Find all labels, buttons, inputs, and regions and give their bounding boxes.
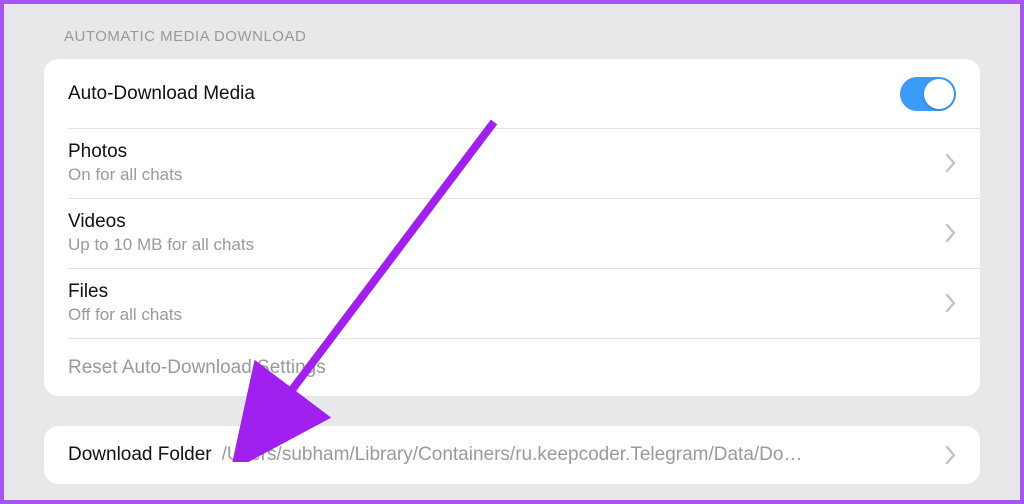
download-folder-card: Download Folder /Users/subham/Library/Co… — [44, 426, 980, 484]
reset-auto-download-row[interactable]: Reset Auto-Download Settings — [44, 339, 980, 396]
download-folder-label: Download Folder — [68, 444, 212, 466]
download-folder-row[interactable]: Download Folder /Users/subham/Library/Co… — [44, 426, 980, 484]
download-folder-path: /Users/subham/Library/Containers/ru.keep… — [222, 444, 926, 466]
section-header: AUTOMATIC MEDIA DOWNLOAD — [44, 28, 980, 45]
auto-download-card: Auto-Download Media Photos On for all ch… — [44, 59, 980, 396]
toggle-knob — [924, 79, 954, 109]
auto-download-media-row[interactable]: Auto-Download Media — [44, 59, 980, 128]
photos-subtitle: On for all chats — [68, 165, 936, 185]
chevron-right-icon — [946, 446, 956, 464]
auto-download-toggle[interactable] — [900, 77, 956, 111]
videos-label: Videos — [68, 211, 936, 233]
chevron-right-icon — [946, 294, 956, 312]
reset-label: Reset Auto-Download Settings — [68, 357, 326, 379]
videos-subtitle: Up to 10 MB for all chats — [68, 235, 936, 255]
auto-download-label: Auto-Download Media — [68, 83, 900, 105]
photos-row[interactable]: Photos On for all chats — [44, 129, 980, 198]
chevron-right-icon — [946, 224, 956, 242]
files-row[interactable]: Files Off for all chats — [44, 269, 980, 338]
photos-label: Photos — [68, 141, 936, 163]
videos-row[interactable]: Videos Up to 10 MB for all chats — [44, 199, 980, 268]
files-subtitle: Off for all chats — [68, 305, 936, 325]
files-label: Files — [68, 281, 936, 303]
chevron-right-icon — [946, 154, 956, 172]
